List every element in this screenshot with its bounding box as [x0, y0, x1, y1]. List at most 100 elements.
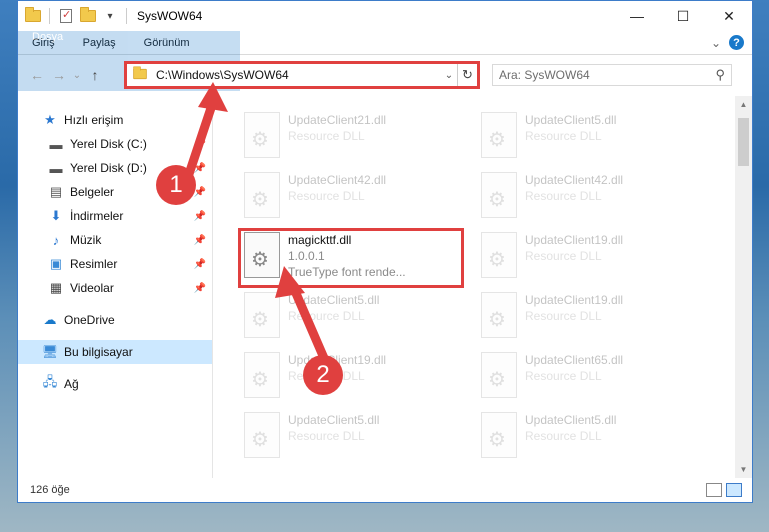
new-folder-icon[interactable] [80, 7, 96, 24]
nav-item-music[interactable]: ♪ Müzik 📌 [18, 228, 212, 252]
nav-this-pc[interactable]: 🖥 Bu bilgisayar [18, 340, 212, 364]
folder-icon [127, 65, 148, 83]
file-item[interactable]: UpdateClient19.dll Resource DLL [475, 226, 697, 286]
scroll-up-icon[interactable]: ▲ [735, 100, 752, 109]
computer-icon: 🖥 [41, 344, 59, 359]
network-icon: 🖧 [42, 374, 58, 389]
search-icon[interactable]: ⚲ [715, 67, 725, 83]
window-controls: — ☐ ✕ [614, 1, 752, 31]
file-name: UpdateClient5.dll [288, 413, 380, 427]
file-name: UpdateClient5.dll [288, 293, 380, 307]
dll-file-icon [481, 232, 517, 278]
music-icon: ♪ [52, 232, 60, 248]
customize-toolbar-icon[interactable]: ▾ [102, 8, 118, 24]
folder-icon[interactable] [25, 7, 41, 24]
nav-label: Ağ [64, 377, 79, 391]
file-item[interactable]: UpdateClient5.dll Resource DLL [475, 406, 697, 466]
up-button[interactable]: ↑ [84, 67, 106, 83]
recent-locations-button[interactable]: ⌄ [70, 70, 84, 81]
downloads-icon: ⬇ [50, 208, 62, 223]
nav-item-drive-c[interactable]: ▬ Yerel Disk (C:) 📌 [18, 132, 212, 156]
file-item[interactable]: UpdateClient65.dll Resource DLL [475, 346, 697, 406]
step-2-badge: 2 [303, 355, 343, 395]
pin-icon: 📌 [193, 138, 206, 150]
nav-label: Yerel Disk (C:) [70, 137, 147, 151]
nav-label: Müzik [70, 233, 102, 247]
pictures-icon: ▣ [49, 256, 63, 271]
address-bar[interactable]: C:\Windows\SysWOW64 ⌄ ↻ [124, 61, 480, 89]
address-row: ← → ⌄ ↑ C:\Windows\SysWOW64 ⌄ ↻ Ara: Sys… [18, 55, 752, 95]
back-button[interactable]: ← [26, 67, 48, 83]
nav-quick-access[interactable]: ★ Hızlı erişim [18, 108, 212, 132]
toolbar-divider [49, 8, 50, 24]
address-path[interactable]: C:\Windows\SysWOW64 [156, 68, 441, 82]
vertical-scrollbar[interactable]: ▲ ▼ [735, 96, 752, 478]
main-area: ★ Hızlı erişim ▬ Yerel Disk (C:) 📌 ▬ Yer… [18, 96, 752, 478]
dll-file-icon [244, 112, 280, 158]
dll-file-icon [481, 412, 517, 458]
file-name: UpdateClient21.dll [288, 113, 387, 127]
file-description: Resource DLL [525, 189, 602, 203]
file-description: Resource DLL [288, 129, 365, 143]
file-description: Resource DLL [525, 249, 602, 263]
minimize-button[interactable]: — [614, 1, 660, 31]
title-bar: ▾ SysWOW64 — ☐ ✕ [18, 1, 752, 31]
nav-label: Hızlı erişim [64, 113, 124, 127]
drive-icon: ▬ [49, 136, 63, 152]
file-name: UpdateClient65.dll [525, 353, 624, 367]
file-item[interactable]: UpdateClient42.dll Resource DLL [238, 166, 460, 226]
nav-label: Belgeler [70, 185, 115, 199]
file-name: UpdateClient5.dll [525, 413, 617, 427]
file-description: Resource DLL [525, 129, 602, 143]
file-item[interactable]: UpdateClient5.dll Resource DLL [475, 106, 697, 166]
nav-network[interactable]: 🖧 Ağ [18, 372, 212, 396]
dll-file-icon [244, 292, 280, 338]
file-item[interactable]: UpdateClient19.dllResource DLL [238, 346, 460, 406]
file-description: Resource DLL [288, 189, 365, 203]
dll-file-icon [481, 292, 517, 338]
drive-icon: ▬ [49, 160, 63, 176]
file-item[interactable]: UpdateClient19.dllResource DLL [475, 286, 697, 346]
help-icon[interactable]: ? [729, 35, 744, 50]
scroll-thumb[interactable] [738, 118, 749, 166]
pin-icon: 📌 [193, 162, 206, 174]
dll-file-icon [244, 352, 280, 398]
dll-file-icon [244, 172, 280, 218]
view-toggle [706, 483, 742, 497]
search-input[interactable]: Ara: SysWOW64 ⚲ [492, 64, 732, 86]
forward-button[interactable]: → [48, 67, 70, 83]
file-name: UpdateClient42.dll [525, 173, 624, 187]
pin-icon: 📌 [193, 234, 206, 246]
pin-icon: 📌 [193, 210, 206, 222]
cloud-icon: ☁ [43, 312, 57, 327]
videos-icon: ▦ [49, 280, 63, 295]
maximize-button[interactable]: ☐ [660, 1, 706, 31]
nav-item-downloads[interactable]: ⬇ İndirmeler 📌 [18, 204, 212, 228]
item-count: 126 öğe [30, 484, 70, 496]
expand-ribbon-icon[interactable]: ⌄ [711, 36, 721, 50]
file-item[interactable]: UpdateClient5.dll Resource DLL [238, 406, 460, 466]
dll-file-icon [481, 172, 517, 218]
file-item[interactable]: UpdateClient21.dll Resource DLL [238, 106, 460, 166]
navigation-pane: ★ Hızlı erişim ▬ Yerel Disk (C:) 📌 ▬ Yer… [18, 96, 213, 478]
nav-onedrive[interactable]: ☁ OneDrive [18, 308, 212, 332]
details-view-icon[interactable] [706, 483, 722, 497]
file-name: UpdateClient19.dll [525, 233, 624, 247]
dll-file-icon [481, 112, 517, 158]
scroll-down-icon[interactable]: ▼ [735, 465, 752, 474]
address-dropdown-icon[interactable]: ⌄ [441, 70, 457, 81]
file-item[interactable]: UpdateClient42.dll Resource DLL [475, 166, 697, 226]
window-title: SysWOW64 [137, 9, 203, 23]
close-button[interactable]: ✕ [706, 1, 752, 31]
properties-icon[interactable] [58, 8, 74, 24]
ribbon-tabs: Dosya Giriş Paylaş Görünüm ⌄ ? [18, 31, 752, 91]
refresh-button[interactable]: ↻ [457, 64, 477, 86]
file-highlight-box [238, 228, 464, 288]
file-description: Resource DLL [525, 369, 602, 383]
toolbar-divider [126, 8, 127, 24]
nav-item-videos[interactable]: ▦ Videolar 📌 [18, 276, 212, 300]
tiles-view-icon[interactable] [726, 483, 742, 497]
file-item[interactable]: UpdateClient5.dll Resource DLL [238, 286, 460, 346]
nav-label: Yerel Disk (D:) [70, 161, 147, 175]
nav-item-pictures[interactable]: ▣ Resimler 📌 [18, 252, 212, 276]
